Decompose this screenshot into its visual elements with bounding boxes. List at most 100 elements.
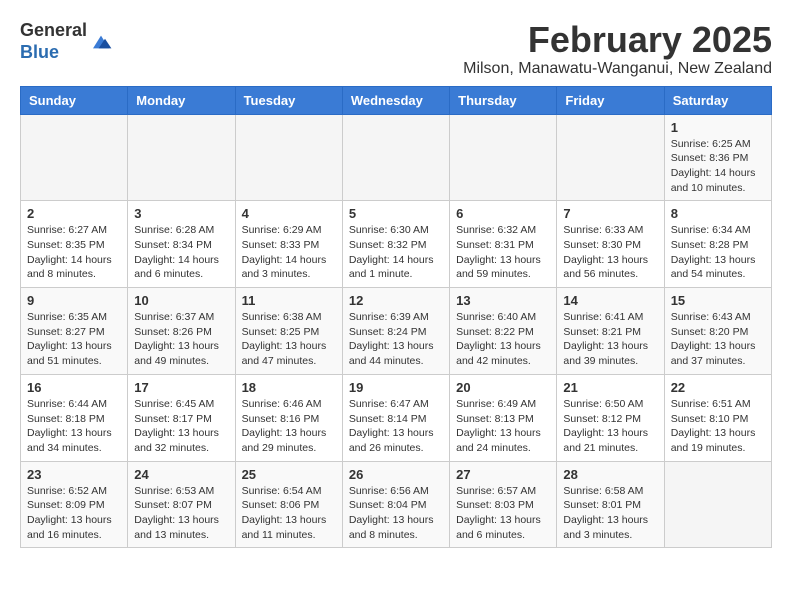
calendar-cell xyxy=(235,114,342,201)
day-number: 2 xyxy=(27,206,121,221)
day-info: Sunrise: 6:57 AM Sunset: 8:03 PM Dayligh… xyxy=(456,484,550,543)
day-number: 18 xyxy=(242,380,336,395)
day-number: 11 xyxy=(242,293,336,308)
page-header: General Blue February 2025 Milson, Manaw… xyxy=(20,20,772,78)
weekday-header-tuesday: Tuesday xyxy=(235,86,342,114)
day-number: 16 xyxy=(27,380,121,395)
day-info: Sunrise: 6:53 AM Sunset: 8:07 PM Dayligh… xyxy=(134,484,228,543)
week-row-4: 16 Sunrise: 6:44 AM Sunset: 8:18 PM Dayli… xyxy=(21,374,772,461)
day-number: 4 xyxy=(242,206,336,221)
calendar-cell: 4 Sunrise: 6:29 AM Sunset: 8:33 PM Daylig… xyxy=(235,201,342,288)
weekday-header-thursday: Thursday xyxy=(450,86,557,114)
day-info: Sunrise: 6:39 AM Sunset: 8:24 PM Dayligh… xyxy=(349,310,443,369)
weekday-header-sunday: Sunday xyxy=(21,86,128,114)
day-info: Sunrise: 6:27 AM Sunset: 8:35 PM Dayligh… xyxy=(27,223,121,282)
calendar-cell: 5Sunrise: 6:30 AM Sunset: 8:32 PM Daylig… xyxy=(342,201,449,288)
calendar-cell: 18 Sunrise: 6:46 AM Sunset: 8:16 PM Dayli… xyxy=(235,374,342,461)
calendar-cell: 13 Sunrise: 6:40 AM Sunset: 8:22 PM Dayli… xyxy=(450,288,557,375)
day-info: Sunrise: 6:45 AM Sunset: 8:17 PM Dayligh… xyxy=(134,397,228,456)
calendar-cell: 17 Sunrise: 6:45 AM Sunset: 8:17 PM Dayli… xyxy=(128,374,235,461)
day-info: Sunrise: 6:38 AM Sunset: 8:25 PM Dayligh… xyxy=(242,310,336,369)
day-number: 23 xyxy=(27,467,121,482)
day-info: Sunrise: 6:30 AM Sunset: 8:32 PM Dayligh… xyxy=(349,223,443,282)
day-number: 25 xyxy=(242,467,336,482)
day-info: Sunrise: 6:44 AM Sunset: 8:18 PM Dayligh… xyxy=(27,397,121,456)
day-info: Sunrise: 6:52 AM Sunset: 8:09 PM Dayligh… xyxy=(27,484,121,543)
day-number: 13 xyxy=(456,293,550,308)
day-info: Sunrise: 6:37 AM Sunset: 8:26 PM Dayligh… xyxy=(134,310,228,369)
logo-blue: Blue xyxy=(20,42,59,62)
calendar-cell: 20Sunrise: 6:49 AM Sunset: 8:13 PM Dayli… xyxy=(450,374,557,461)
calendar-cell: 23 Sunrise: 6:52 AM Sunset: 8:09 PM Dayli… xyxy=(21,461,128,548)
calendar-cell: 3 Sunrise: 6:28 AM Sunset: 8:34 PM Daylig… xyxy=(128,201,235,288)
weekday-header-friday: Friday xyxy=(557,86,664,114)
calendar-cell: 19Sunrise: 6:47 AM Sunset: 8:14 PM Dayli… xyxy=(342,374,449,461)
calendar-cell: 15Sunrise: 6:43 AM Sunset: 8:20 PM Dayli… xyxy=(664,288,771,375)
calendar-cell: 6 Sunrise: 6:32 AM Sunset: 8:31 PM Daylig… xyxy=(450,201,557,288)
calendar-cell xyxy=(450,114,557,201)
day-number: 24 xyxy=(134,467,228,482)
day-number: 12 xyxy=(349,293,443,308)
calendar-cell xyxy=(342,114,449,201)
calendar-cell: 12 Sunrise: 6:39 AM Sunset: 8:24 PM Dayli… xyxy=(342,288,449,375)
calendar-cell: 7 Sunrise: 6:33 AM Sunset: 8:30 PM Daylig… xyxy=(557,201,664,288)
calendar-cell: 8Sunrise: 6:34 AM Sunset: 8:28 PM Daylig… xyxy=(664,201,771,288)
day-info: Sunrise: 6:47 AM Sunset: 8:14 PM Dayligh… xyxy=(349,397,443,456)
day-number: 10 xyxy=(134,293,228,308)
calendar-cell xyxy=(557,114,664,201)
weekday-header-saturday: Saturday xyxy=(664,86,771,114)
day-info: Sunrise: 6:49 AM Sunset: 8:13 PM Dayligh… xyxy=(456,397,550,456)
day-info: Sunrise: 6:54 AM Sunset: 8:06 PM Dayligh… xyxy=(242,484,336,543)
calendar-cell: 10 Sunrise: 6:37 AM Sunset: 8:26 PM Dayli… xyxy=(128,288,235,375)
day-info: Sunrise: 6:40 AM Sunset: 8:22 PM Dayligh… xyxy=(456,310,550,369)
day-info: Sunrise: 6:41 AM Sunset: 8:21 PM Dayligh… xyxy=(563,310,657,369)
calendar-cell: 11 Sunrise: 6:38 AM Sunset: 8:25 PM Dayli… xyxy=(235,288,342,375)
day-info: Sunrise: 6:33 AM Sunset: 8:30 PM Dayligh… xyxy=(563,223,657,282)
day-number: 1 xyxy=(671,120,765,135)
calendar-cell: 2 Sunrise: 6:27 AM Sunset: 8:35 PM Daylig… xyxy=(21,201,128,288)
day-info: Sunrise: 6:43 AM Sunset: 8:20 PM Dayligh… xyxy=(671,310,765,369)
logo-icon xyxy=(89,32,113,52)
day-info: Sunrise: 6:46 AM Sunset: 8:16 PM Dayligh… xyxy=(242,397,336,456)
calendar-cell: 22 Sunrise: 6:51 AM Sunset: 8:10 PM Dayli… xyxy=(664,374,771,461)
day-number: 6 xyxy=(456,206,550,221)
week-row-3: 9 Sunrise: 6:35 AM Sunset: 8:27 PM Daylig… xyxy=(21,288,772,375)
day-number: 27 xyxy=(456,467,550,482)
day-info: Sunrise: 6:56 AM Sunset: 8:04 PM Dayligh… xyxy=(349,484,443,543)
location-title: Milson, Manawatu-Wanganui, New Zealand xyxy=(463,60,772,78)
day-number: 26 xyxy=(349,467,443,482)
logo-text: General Blue xyxy=(20,20,113,63)
calendar-table: SundayMondayTuesdayWednesdayThursdayFrid… xyxy=(20,86,772,549)
calendar-cell: 27 Sunrise: 6:57 AM Sunset: 8:03 PM Dayli… xyxy=(450,461,557,548)
week-row-5: 23 Sunrise: 6:52 AM Sunset: 8:09 PM Dayli… xyxy=(21,461,772,548)
calendar-cell: 25 Sunrise: 6:54 AM Sunset: 8:06 PM Dayli… xyxy=(235,461,342,548)
day-info: Sunrise: 6:35 AM Sunset: 8:27 PM Dayligh… xyxy=(27,310,121,369)
day-info: Sunrise: 6:50 AM Sunset: 8:12 PM Dayligh… xyxy=(563,397,657,456)
weekday-header-row: SundayMondayTuesdayWednesdayThursdayFrid… xyxy=(21,86,772,114)
title-section: February 2025 Milson, Manawatu-Wanganui,… xyxy=(463,20,772,78)
week-row-2: 2 Sunrise: 6:27 AM Sunset: 8:35 PM Daylig… xyxy=(21,201,772,288)
day-number: 14 xyxy=(563,293,657,308)
day-number: 21 xyxy=(563,380,657,395)
logo-general: General xyxy=(20,20,87,40)
day-number: 28 xyxy=(563,467,657,482)
day-number: 17 xyxy=(134,380,228,395)
day-info: Sunrise: 6:29 AM Sunset: 8:33 PM Dayligh… xyxy=(242,223,336,282)
calendar-cell xyxy=(21,114,128,201)
calendar-cell: 14 Sunrise: 6:41 AM Sunset: 8:21 PM Dayli… xyxy=(557,288,664,375)
day-info: Sunrise: 6:51 AM Sunset: 8:10 PM Dayligh… xyxy=(671,397,765,456)
day-number: 9 xyxy=(27,293,121,308)
week-row-1: 1 Sunrise: 6:25 AM Sunset: 8:36 PM Daylig… xyxy=(21,114,772,201)
day-number: 7 xyxy=(563,206,657,221)
day-info: Sunrise: 6:25 AM Sunset: 8:36 PM Dayligh… xyxy=(671,137,765,196)
logo: General Blue xyxy=(20,20,113,63)
weekday-header-wednesday: Wednesday xyxy=(342,86,449,114)
calendar-cell xyxy=(128,114,235,201)
day-info: Sunrise: 6:28 AM Sunset: 8:34 PM Dayligh… xyxy=(134,223,228,282)
day-number: 3 xyxy=(134,206,228,221)
day-info: Sunrise: 6:32 AM Sunset: 8:31 PM Dayligh… xyxy=(456,223,550,282)
calendar-cell: 21 Sunrise: 6:50 AM Sunset: 8:12 PM Dayli… xyxy=(557,374,664,461)
month-title: February 2025 xyxy=(463,20,772,60)
weekday-header-monday: Monday xyxy=(128,86,235,114)
day-number: 22 xyxy=(671,380,765,395)
